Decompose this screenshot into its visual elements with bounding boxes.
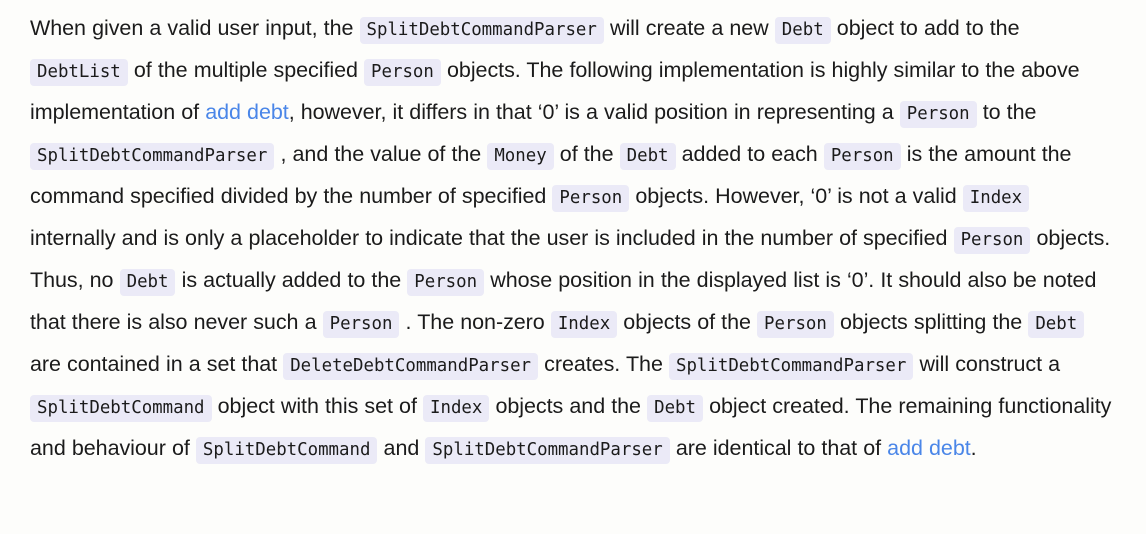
paragraph-text: , however, it differs in that ‘0’ is a v… [288,100,900,124]
inline-code-chip: DebtList [30,59,128,86]
paragraph-text: will create a new [603,16,775,40]
inline-code-chip: Index [962,185,1030,212]
paragraph-text: . [970,436,977,460]
inline-code-chip: SplitDebtCommandParser [425,437,670,464]
inline-code-chip: Debt [1028,311,1085,338]
inline-code-chip: Debt [774,17,831,44]
inline-code-chip: Debt [619,143,676,170]
inline-code-chip: Person [364,59,441,86]
inline-code-chip: SplitDebtCommand [30,395,212,422]
paragraph-text: of the [553,142,620,166]
inline-code-chip: Person [407,269,485,296]
paragraph-text: internally and is only a placeholder to … [30,226,954,250]
inline-code-chip: Index [550,311,618,338]
inline-code-chip: SplitDebtCommandParser [30,143,275,170]
paragraph-text: . The non-zero [399,310,551,334]
inline-code-chip: SplitDebtCommandParser [359,17,604,44]
inline-code-chip: SplitDebtCommandParser [668,353,914,380]
add-debt-link[interactable]: add debt [887,436,971,460]
paragraph-text: and [377,436,426,460]
paragraph-text: objects splitting the [833,310,1029,334]
paragraph-text: , and the value of the [274,142,488,166]
paragraph-text: object to add to the [830,16,1020,40]
paragraph-text: objects. However, ‘0’ is not a valid [629,184,963,208]
paragraph-text: object with this set of [211,394,423,418]
inline-code-chip: DeleteDebtCommandParser [283,353,539,380]
add-debt-link[interactable]: add debt [205,100,289,124]
inline-code-chip: Person [757,311,834,338]
inline-code-chip: Money [487,143,554,170]
paragraph-text: of the multiple specified [127,58,365,82]
inline-code-chip: Person [953,227,1031,254]
documentation-paragraph: When given a valid user input, the Split… [30,8,1120,470]
paragraph-text: objects of the [617,310,758,334]
paragraph-text: is actually added to the [175,268,408,292]
paragraph-text: are contained in a set that [30,352,284,376]
inline-code-chip: Person [899,101,977,128]
inline-code-chip: Debt [119,269,176,296]
paragraph-text: will construct a [913,352,1061,376]
paragraph-text: to the [976,100,1037,124]
inline-code-chip: Person [552,185,630,212]
paragraph-text: added to each [675,142,824,166]
paragraph-text: When given a valid user input, the [30,16,360,40]
inline-code-chip: Debt [647,395,703,422]
paragraph-text: are identical to that of [669,436,888,460]
paragraph-text: creates. The [538,352,669,376]
inline-code-chip: Person [322,311,400,338]
paragraph-text: objects and the [489,394,648,418]
document-body: When given a valid user input, the Split… [0,0,1146,534]
inline-code-chip: Person [823,143,901,170]
inline-code-chip: SplitDebtCommand [195,437,378,464]
inline-code-chip: Index [423,395,490,422]
